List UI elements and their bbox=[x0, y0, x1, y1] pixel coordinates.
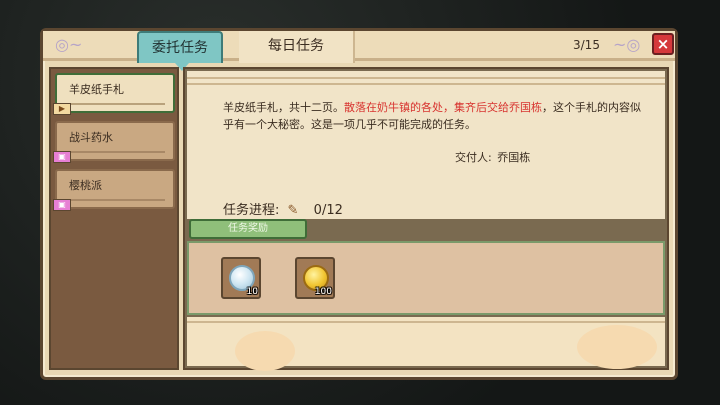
quill-icon: ✎ bbox=[287, 203, 299, 218]
divider bbox=[65, 151, 165, 153]
divider bbox=[65, 103, 165, 105]
quest-description: 羊皮纸手札，共十二页。散落在奶牛镇的各处，集齐后交给乔国栋，这个手札的内容似乎有… bbox=[223, 99, 643, 133]
quest-list: 羊皮纸手札 ▶ 战斗药水 ▣ 樱桃派 ▣ bbox=[49, 67, 179, 370]
swirl-ornament-icon: ◎~ bbox=[55, 35, 83, 54]
tab-daily-quests[interactable]: 每日任务 bbox=[239, 31, 355, 63]
quest-progress: 任务进程: ✎ 0/12 bbox=[223, 199, 343, 218]
divider bbox=[187, 83, 665, 85]
reward-qty: 100 bbox=[314, 287, 332, 297]
reward-slot-diamond[interactable]: 10 bbox=[221, 257, 261, 299]
decor-blob bbox=[235, 331, 295, 371]
quest-item-cherry-pie[interactable]: 樱桃派 ▣ bbox=[53, 169, 175, 211]
description-text: 羊皮纸手札，共十二页。 bbox=[223, 101, 344, 114]
quest-item-battle-potion[interactable]: 战斗药水 ▣ bbox=[53, 121, 175, 163]
quest-description-area: 羊皮纸手札，共十二页。散落在奶牛镇的各处，集齐后交给乔国栋，这个手札的内容似乎有… bbox=[187, 71, 665, 219]
quest-item-label: 战斗药水 bbox=[69, 131, 113, 144]
quest-item-parchment[interactable]: 羊皮纸手札 ▶ bbox=[53, 73, 175, 115]
bag-icon: ▣ bbox=[53, 199, 71, 211]
giver-label: 交付人: bbox=[455, 151, 492, 164]
bag-icon: ▣ bbox=[53, 151, 71, 163]
detail-footer bbox=[187, 317, 665, 371]
quest-detail: 羊皮纸手札，共十二页。散落在奶牛镇的各处，集齐后交给乔国栋，这个手札的内容似乎有… bbox=[183, 67, 669, 371]
quest-giver: 交付人: 乔国栋 bbox=[455, 149, 530, 165]
quest-item-label: 羊皮纸手札 bbox=[69, 83, 124, 96]
divider bbox=[65, 199, 165, 201]
close-button[interactable]: × bbox=[652, 33, 674, 55]
reward-qty: 10 bbox=[246, 287, 258, 297]
quest-item-label: 樱桃派 bbox=[69, 179, 102, 192]
progress-label: 任务进程: bbox=[223, 203, 280, 218]
decor-blob bbox=[577, 325, 657, 369]
quest-panel: ◎~ 委托任务 每日任务 3/15 ~◎ × 羊皮纸手札 ▶ 战斗药水 ▣ 樱桃… bbox=[40, 28, 678, 380]
reward-slot-coin[interactable]: 100 bbox=[295, 257, 335, 299]
divider bbox=[187, 321, 665, 323]
flag-icon: ▶ bbox=[53, 103, 71, 115]
tab-commission-quests[interactable]: 委托任务 bbox=[137, 31, 223, 71]
divider bbox=[187, 77, 665, 79]
swirl-ornament-icon: ~◎ bbox=[613, 35, 641, 54]
progress-value: 0/12 bbox=[313, 203, 343, 218]
quest-counter: 3/15 bbox=[573, 38, 600, 52]
reward-tab: 任务奖励 bbox=[189, 219, 307, 239]
giver-name: 乔国栋 bbox=[497, 151, 531, 164]
description-highlight: 散落在奶牛镇的各处，集齐后交给乔国栋 bbox=[344, 101, 542, 114]
reward-panel: 10 100 bbox=[187, 241, 665, 315]
panel-header: ◎~ 委托任务 每日任务 3/15 ~◎ × bbox=[43, 31, 675, 71]
